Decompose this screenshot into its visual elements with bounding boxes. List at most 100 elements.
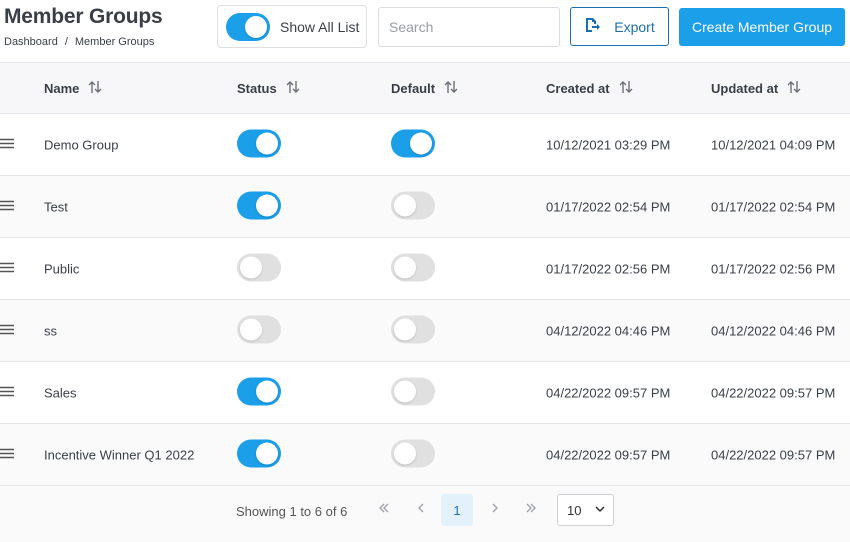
column-label-name: Name [44, 80, 80, 96]
breadcrumb: Dashboard / Member Groups [4, 36, 154, 48]
status-toggle[interactable] [237, 253, 281, 284]
group-name: Sales [44, 385, 77, 400]
drag-handle-icon[interactable] [0, 385, 14, 400]
first-page-button[interactable] [368, 494, 400, 526]
table-row[interactable]: Public 01/17/2022 02:56 PM 01/17/2022 02… [0, 238, 850, 300]
default-toggle-switch[interactable] [391, 253, 435, 281]
chevron-right-icon [488, 501, 502, 519]
chevron-left-icon [414, 501, 428, 519]
last-page-button[interactable] [515, 494, 547, 526]
toggle-knob [394, 442, 416, 464]
default-toggle[interactable] [391, 439, 435, 470]
sort-arrows-icon[interactable] [285, 79, 301, 98]
breadcrumb-separator: / [64, 36, 68, 48]
table-row[interactable]: Incentive Winner Q1 2022 04/22/2022 09:5… [0, 424, 850, 486]
created-at: 01/17/2022 02:56 PM [546, 261, 671, 276]
drag-handle-icon[interactable] [0, 447, 14, 462]
table-row[interactable]: Test 01/17/2022 02:54 PM 01/17/2022 02:5… [0, 176, 850, 238]
column-header-updated-at[interactable]: Updated at [711, 79, 802, 98]
double-chevron-right-icon [524, 501, 538, 519]
group-name: ss [44, 323, 57, 338]
export-button[interactable]: Export [570, 7, 669, 46]
toggle-knob [256, 442, 278, 464]
drag-handle-icon[interactable] [0, 323, 14, 338]
created-at: 04/22/2022 09:57 PM [546, 385, 671, 400]
updated-at: 10/12/2021 04:09 PM [711, 137, 836, 152]
toggle-knob [394, 256, 416, 278]
toggle-knob [245, 15, 267, 38]
drag-handle-icon[interactable] [0, 261, 14, 276]
group-name: Test [44, 199, 68, 214]
status-toggle[interactable] [237, 129, 281, 160]
table-body: Demo Group 10/12/2021 03:29 PM 10/12/202… [0, 114, 850, 486]
table-row[interactable]: Sales 04/22/2022 09:57 PM 04/22/2022 09:… [0, 362, 850, 424]
show-all-list-toggle[interactable] [226, 12, 270, 41]
sort-arrows-icon[interactable] [618, 79, 634, 98]
toggle-knob [256, 380, 278, 402]
breadcrumb-dashboard[interactable]: Dashboard [4, 36, 58, 48]
column-header-status[interactable]: Status [237, 79, 301, 98]
double-chevron-left-icon [377, 501, 391, 519]
sort-arrows-icon[interactable] [87, 79, 103, 98]
chevron-down-icon [593, 502, 607, 519]
next-page-button[interactable] [479, 494, 511, 526]
show-all-list-label: Show All List [280, 18, 360, 35]
column-label-status: Status [237, 80, 277, 96]
created-at: 10/12/2021 03:29 PM [546, 137, 671, 152]
default-toggle[interactable] [391, 377, 435, 408]
status-toggle-switch[interactable] [237, 439, 281, 467]
toggle-knob [394, 318, 416, 340]
default-toggle[interactable] [391, 253, 435, 284]
status-toggle-switch[interactable] [237, 377, 281, 405]
toggle-knob [256, 194, 278, 216]
updated-at: 04/12/2022 04:46 PM [711, 323, 836, 338]
drag-handle-icon[interactable] [0, 199, 14, 214]
sort-arrows-icon[interactable] [443, 79, 459, 98]
updated-at: 01/17/2022 02:56 PM [711, 261, 836, 276]
column-header-created-at[interactable]: Created at [546, 79, 634, 98]
default-toggle[interactable] [391, 129, 435, 160]
status-toggle-switch[interactable] [237, 191, 281, 219]
toggle-knob [394, 194, 416, 216]
status-toggle-switch[interactable] [237, 315, 281, 343]
toggle-knob [240, 318, 262, 340]
drag-handle-icon[interactable] [0, 137, 14, 152]
status-toggle[interactable] [237, 191, 281, 222]
show-all-list-control: Show All List [217, 5, 367, 48]
default-toggle-switch[interactable] [391, 377, 435, 405]
default-toggle[interactable] [391, 315, 435, 346]
status-toggle[interactable] [237, 377, 281, 408]
status-toggle[interactable] [237, 439, 281, 470]
column-header-default[interactable]: Default [391, 79, 459, 98]
prev-page-button[interactable] [405, 494, 437, 526]
default-toggle-switch[interactable] [391, 191, 435, 219]
create-member-group-button[interactable]: Create Member Group [679, 8, 845, 46]
status-toggle-switch[interactable] [237, 253, 281, 281]
status-toggle[interactable] [237, 315, 281, 346]
table-header: Name Status Default Created at Updated a… [0, 63, 850, 114]
toggle-knob [410, 132, 432, 154]
created-at: 04/12/2022 04:46 PM [546, 323, 671, 338]
default-toggle-switch[interactable] [391, 129, 435, 157]
table-row[interactable]: Demo Group 10/12/2021 03:29 PM 10/12/202… [0, 114, 850, 176]
per-page-select[interactable]: 10 [557, 494, 614, 526]
group-name: Incentive Winner Q1 2022 [44, 447, 195, 462]
pagination-bar: Showing 1 to 6 of 6 1 10 [0, 487, 850, 542]
table-row[interactable]: ss 04/12/2022 04:46 PM 04/12/2022 04:46 … [0, 300, 850, 362]
updated-at: 04/22/2022 09:57 PM [711, 385, 836, 400]
export-label: Export [614, 18, 655, 35]
status-toggle-switch[interactable] [237, 129, 281, 157]
toggle-knob [394, 380, 416, 402]
sort-arrows-icon[interactable] [786, 79, 802, 98]
default-toggle-switch[interactable] [391, 315, 435, 343]
showing-text: Showing 1 to 6 of 6 [236, 504, 348, 519]
search-input[interactable] [378, 7, 560, 47]
group-name: Demo Group [44, 137, 119, 152]
per-page-value: 10 [567, 502, 582, 518]
default-toggle[interactable] [391, 191, 435, 222]
column-header-name[interactable]: Name [44, 79, 103, 98]
toggle-knob [256, 132, 278, 154]
page-1-button[interactable]: 1 [441, 494, 473, 526]
group-name: Public [44, 261, 80, 276]
default-toggle-switch[interactable] [391, 439, 435, 467]
